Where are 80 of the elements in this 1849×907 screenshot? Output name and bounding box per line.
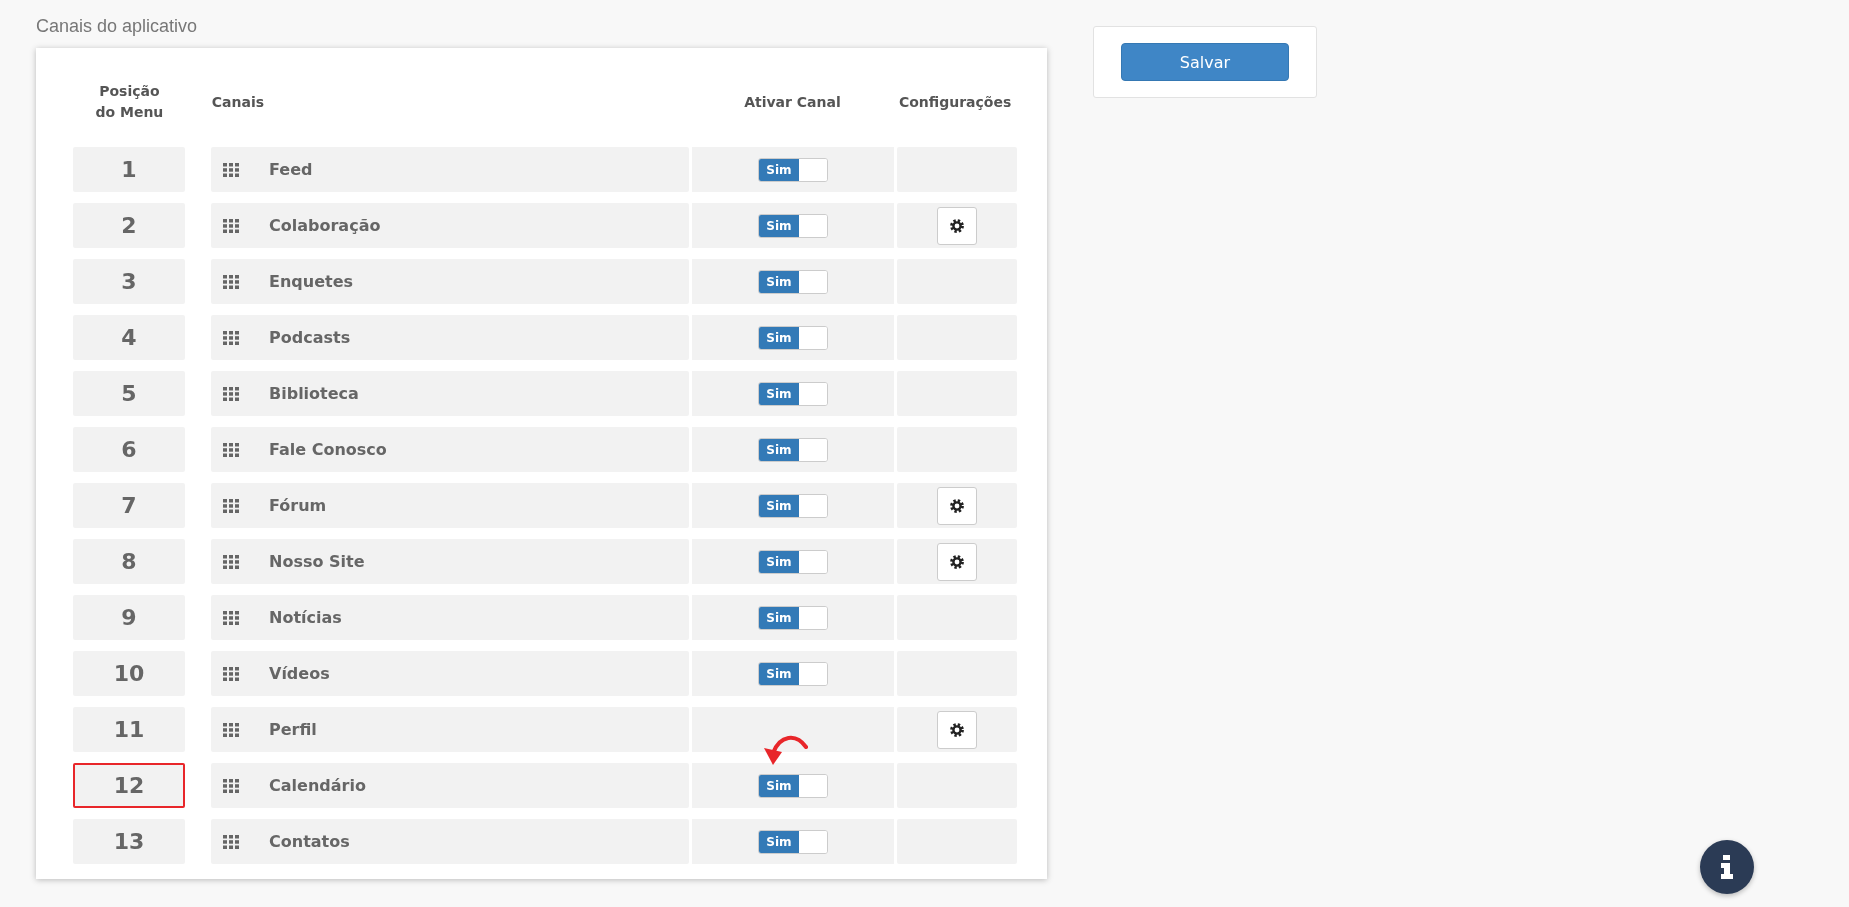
toggle-switch[interactable]: Sim bbox=[758, 493, 828, 518]
section-title: Canais do aplicativo bbox=[36, 16, 199, 37]
toggle-switch[interactable]: Sim bbox=[758, 269, 828, 294]
channel-cell[interactable]: Nosso Site bbox=[211, 539, 689, 584]
channel-name: Enquetes bbox=[269, 272, 354, 291]
column-header: Ativar Canal bbox=[744, 94, 841, 110]
channel-name: Notícias bbox=[269, 608, 342, 627]
channel-name: Biblioteca bbox=[269, 384, 359, 403]
grid-icon[interactable] bbox=[223, 330, 239, 345]
channel-cell[interactable]: Fórum bbox=[211, 483, 689, 528]
position-cell: 1 bbox=[73, 147, 185, 192]
position-cell: 9 bbox=[73, 595, 185, 640]
column-header: Canais bbox=[211, 94, 265, 110]
channel-cell[interactable]: Vídeos bbox=[211, 651, 689, 696]
toggle-switch[interactable]: Sim bbox=[758, 605, 828, 630]
channel-name: Feed bbox=[269, 160, 313, 179]
grid-icon[interactable] bbox=[223, 834, 239, 849]
position-cell: 12 bbox=[73, 763, 185, 808]
position-cell: 11 bbox=[73, 707, 185, 752]
info-icon bbox=[1720, 855, 1734, 879]
settings-button[interactable] bbox=[937, 542, 977, 581]
position-cell: 5 bbox=[73, 371, 185, 416]
grid-icon[interactable] bbox=[223, 722, 239, 737]
grid-icon[interactable] bbox=[223, 274, 239, 289]
channel-cell[interactable]: Perfil bbox=[211, 707, 689, 752]
grid-icon[interactable] bbox=[223, 778, 239, 793]
position-cell: 3 bbox=[73, 259, 185, 304]
toggle-switch[interactable]: Sim bbox=[758, 549, 828, 574]
channel-cell[interactable]: Fale Conosco bbox=[211, 427, 689, 472]
settings-button[interactable] bbox=[937, 710, 977, 749]
grid-icon[interactable] bbox=[223, 442, 239, 457]
column-header: Posição do Menu bbox=[94, 82, 165, 122]
channel-cell[interactable]: Biblioteca bbox=[211, 371, 689, 416]
channel-name: Calendário bbox=[269, 776, 366, 795]
toggle-switch[interactable]: Sim bbox=[758, 381, 828, 406]
settings-button[interactable] bbox=[937, 486, 977, 525]
save-button[interactable]: Salvar bbox=[1121, 43, 1289, 81]
channel-name: Fale Conosco bbox=[269, 440, 387, 459]
channel-cell[interactable]: Podcasts bbox=[211, 315, 689, 360]
channel-name: Nosso Site bbox=[269, 552, 365, 571]
toggle-switch[interactable]: Sim bbox=[758, 437, 828, 462]
toggle-switch[interactable]: Sim bbox=[758, 773, 828, 798]
grid-icon[interactable] bbox=[223, 666, 239, 681]
channel-name: Vídeos bbox=[269, 664, 330, 683]
position-cell: 4 bbox=[73, 315, 185, 360]
channel-cell[interactable]: Feed bbox=[211, 147, 689, 192]
toggle-switch[interactable]: Sim bbox=[758, 213, 828, 238]
grid-icon[interactable] bbox=[223, 610, 239, 625]
channel-cell[interactable]: Notícias bbox=[211, 595, 689, 640]
toggle-switch[interactable]: Sim bbox=[758, 829, 828, 854]
grid-icon[interactable] bbox=[223, 554, 239, 569]
grid-icon[interactable] bbox=[223, 162, 239, 177]
position-cell: 7 bbox=[73, 483, 185, 528]
position-cell: 13 bbox=[73, 819, 185, 864]
channel-cell[interactable]: Calendário bbox=[211, 763, 689, 808]
settings-icon bbox=[950, 722, 964, 737]
channel-name: Perfil bbox=[269, 720, 317, 739]
channel-name: Fórum bbox=[269, 496, 327, 515]
position-cell: 6 bbox=[73, 427, 185, 472]
info-button[interactable] bbox=[1700, 840, 1754, 894]
channel-name: Contatos bbox=[269, 832, 350, 851]
grid-icon[interactable] bbox=[223, 498, 239, 513]
channel-cell[interactable]: Colaboração bbox=[211, 203, 689, 248]
position-cell: 8 bbox=[73, 539, 185, 584]
channel-cell[interactable]: Contatos bbox=[211, 819, 689, 864]
position-cell: 2 bbox=[73, 203, 185, 248]
column-header: Configurações bbox=[898, 94, 1012, 110]
grid-icon[interactable] bbox=[223, 386, 239, 401]
settings-icon bbox=[950, 218, 964, 233]
grid-icon[interactable] bbox=[223, 218, 239, 233]
position-cell: 10 bbox=[73, 651, 185, 696]
channel-name: Podcasts bbox=[269, 328, 351, 347]
channel-cell[interactable]: Enquetes bbox=[211, 259, 689, 304]
settings-button[interactable] bbox=[937, 206, 977, 245]
channel-name: Colaboração bbox=[269, 216, 381, 235]
settings-icon bbox=[950, 498, 964, 513]
settings-icon bbox=[950, 554, 964, 569]
toggle-switch[interactable]: Sim bbox=[758, 661, 828, 686]
toggle-switch[interactable]: Sim bbox=[758, 325, 828, 350]
toggle-switch[interactable]: Sim bbox=[758, 157, 828, 182]
